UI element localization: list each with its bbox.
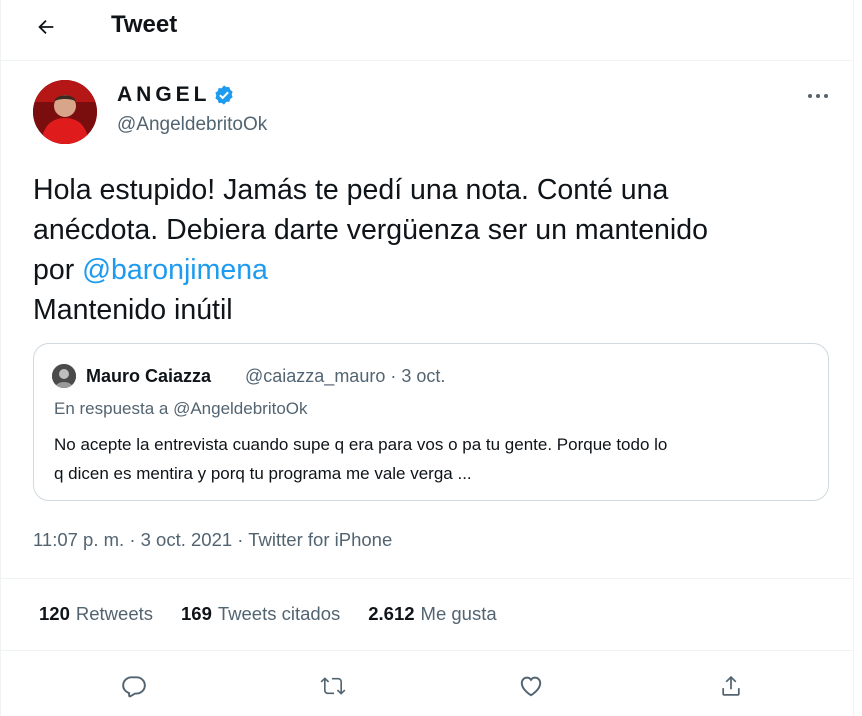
retweet-icon [320,677,346,695]
verified-badge-icon [213,84,235,106]
likes-label: Me gusta [420,603,497,624]
header-divider [1,60,853,61]
quoted-text-line: q dicen es mentira y porq tu programa me… [54,464,472,483]
quote-tweets-count: 169 [181,603,212,624]
avatar-image [33,80,97,144]
author-name-text: ANGEL [117,83,211,106]
quoted-handle-date: @caiazza_mauro · 3 oct. [245,366,446,386]
author-handle[interactable]: @AngeldebritoOk [117,114,267,136]
tweet-actions [1,664,853,708]
quote-tweets-label: Tweets citados [217,603,341,624]
quoted-avatar [52,364,76,388]
tweet-meta: 11:07 p. m. · 3 oct. 2021 · Twitter for … [33,529,392,551]
avatar[interactable] [33,80,97,144]
more-dots-icon [808,94,828,98]
likes-count: 2.612 [368,603,415,624]
back-button[interactable] [31,12,61,42]
reply-button[interactable] [112,664,156,708]
page-title: Tweet [111,11,178,38]
tweet-detail-column: Tweet ANGEL @AngeldebritoOk Hola estupid… [0,0,854,716]
author-name[interactable]: ANGEL [117,83,235,107]
page-header: Tweet [1,0,853,54]
retweets-stat[interactable]: 120 Retweets [39,603,153,625]
tweet-text-prefix: por [33,254,83,286]
tweet-source[interactable]: Twitter for iPhone [248,529,392,550]
stats-divider [1,650,853,651]
tweet-text-line: anécdota. Debiera darte vergüenza ser un… [33,214,708,246]
quoted-text-line: No acepte la entrevista cuando supe q er… [54,435,668,454]
like-button[interactable] [509,664,553,708]
retweets-count: 120 [39,603,70,624]
quote-tweets-stat[interactable]: 169 Tweets citados [181,603,340,625]
quoted-text: No acepte la entrevista cuando supe q er… [54,430,824,488]
quoted-author-name: Mauro Caiazza [86,366,212,386]
tweet-timestamp[interactable]: 11:07 p. m. · 3 oct. 2021 · [33,529,248,550]
mention-link[interactable]: @baronjimena [82,254,268,286]
more-options-button[interactable] [801,84,835,108]
likes-stat[interactable]: 2.612 Me gusta [368,603,496,625]
tweet-text-line: Mantenido inútil [33,294,233,326]
tweet-text-line: por @baronjimena [33,250,823,290]
reply-icon [122,676,146,698]
tweet-text: Hola estupido! Jamás te pedí una nota. C… [33,170,823,330]
meta-divider [1,578,853,579]
like-icon [520,676,542,697]
quoted-tweet[interactable]: Mauro Caiazza @caiazza_mauro · 3 oct. En… [33,343,829,501]
tweet-text-line: Hola estupido! Jamás te pedí una nota. C… [33,174,669,206]
share-button[interactable] [709,664,753,708]
retweet-button[interactable] [311,664,355,708]
share-icon [722,675,740,696]
quoted-reply-to: En respuesta a @AngeldebritoOk [54,399,308,418]
tweet-stats: 120 Retweets 169 Tweets citados 2.612 Me gu… [39,603,525,625]
retweets-label: Retweets [75,603,153,624]
arrow-left-icon [38,19,54,35]
